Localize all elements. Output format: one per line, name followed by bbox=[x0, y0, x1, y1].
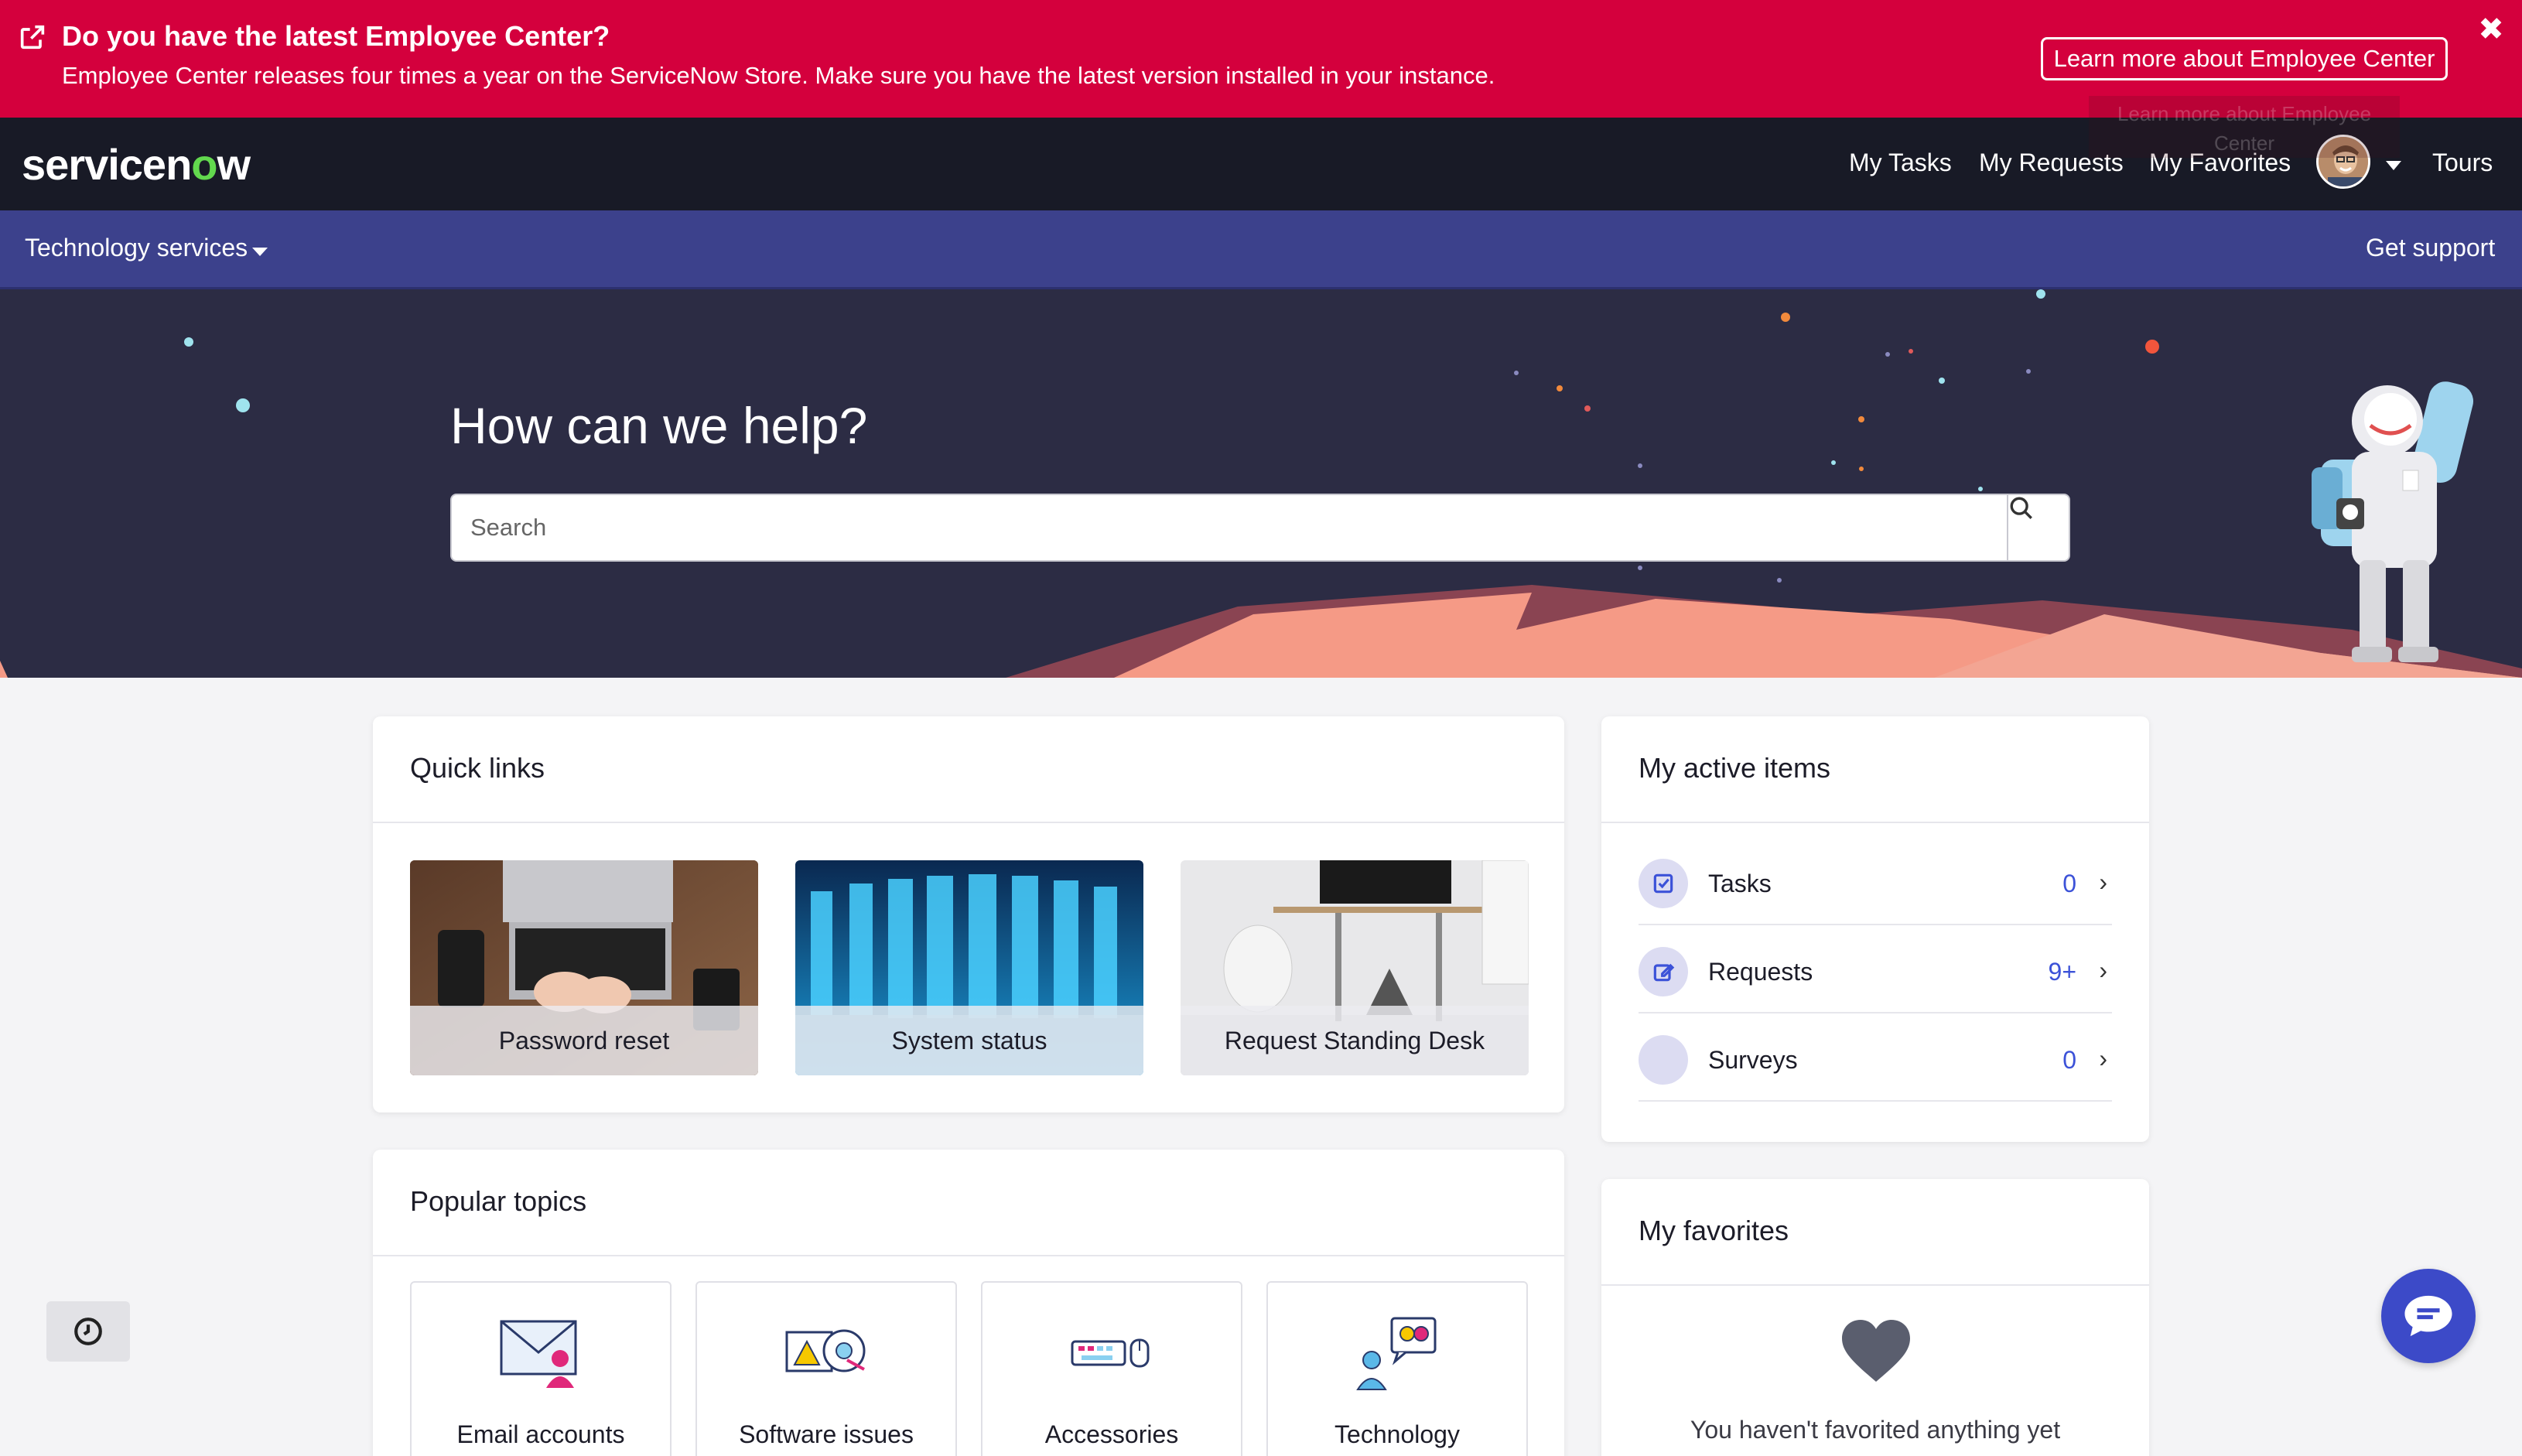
quick-link-label: Request Standing Desk bbox=[1181, 1006, 1529, 1075]
space-landscape-illustration bbox=[0, 289, 2522, 678]
banner-title: Do you have the latest Employee Center? bbox=[62, 20, 610, 52]
quick-link-request-standing-desk[interactable]: Request Standing Desk bbox=[1181, 860, 1529, 1075]
topic-technology[interactable]: Technology bbox=[1266, 1281, 1528, 1456]
active-items-title: My active items bbox=[1639, 752, 1831, 784]
chat-bubble-icon bbox=[2404, 1295, 2452, 1337]
user-menu-chevron-down-icon[interactable] bbox=[2386, 161, 2401, 170]
topic-software-issues[interactable]: Software issues bbox=[695, 1281, 957, 1456]
favorites-title: My favorites bbox=[1639, 1215, 1789, 1246]
nav-my-tasks[interactable]: My Tasks bbox=[1849, 149, 1952, 177]
chevron-right-icon: › bbox=[2099, 956, 2107, 984]
search-button[interactable] bbox=[2007, 495, 2069, 560]
active-item-label: Requests bbox=[1708, 958, 1813, 986]
astronaut-illustration bbox=[2312, 381, 2474, 662]
clock-icon bbox=[74, 1318, 102, 1345]
servicenow-logo[interactable]: servicenow bbox=[22, 139, 251, 190]
sub-navigation: Technology services Get support bbox=[0, 210, 2522, 289]
email-icon bbox=[500, 1320, 577, 1388]
keyboard-mouse-icon bbox=[1071, 1338, 1150, 1368]
chevron-right-icon: › bbox=[2099, 1044, 2107, 1072]
quick-link-system-status[interactable]: System status bbox=[795, 860, 1143, 1075]
topic-label: Email accounts bbox=[456, 1420, 625, 1448]
chevron-down-icon[interactable] bbox=[252, 248, 268, 256]
favorites-empty-text: You haven't favorited anything yet bbox=[1690, 1416, 2061, 1444]
get-support-link[interactable]: Get support bbox=[2366, 234, 2495, 262]
request-edit-icon bbox=[1639, 947, 1688, 996]
learn-more-tooltip: Learn more about Employee Center bbox=[2089, 96, 2400, 158]
task-checkbox-icon bbox=[1639, 859, 1688, 908]
search-box bbox=[450, 494, 2070, 562]
quick-links-title: Quick links bbox=[410, 752, 545, 784]
external-link-icon bbox=[20, 25, 45, 50]
history-button[interactable] bbox=[46, 1301, 130, 1362]
software-issues-icon bbox=[785, 1329, 866, 1372]
active-item-count: 0 bbox=[2062, 870, 2076, 897]
technology-icon bbox=[1356, 1317, 1437, 1390]
heart-icon bbox=[1842, 1320, 1910, 1382]
active-item-count: 0 bbox=[2062, 1046, 2076, 1074]
popular-topics-title: Popular topics bbox=[410, 1185, 587, 1217]
hero-title: How can we help? bbox=[450, 397, 868, 454]
quick-link-label: Password reset bbox=[410, 1006, 758, 1075]
favorites-card: My favorites You haven't favorited anyth… bbox=[1601, 1179, 2149, 1456]
divider bbox=[1601, 1284, 2149, 1286]
banner-text: Employee Center releases four times a ye… bbox=[62, 62, 1495, 89]
chevron-right-icon: › bbox=[2099, 868, 2107, 896]
learn-more-button[interactable]: Learn more about Employee Center bbox=[2041, 37, 2448, 80]
active-item-tasks[interactable]: Tasks 0 › bbox=[1639, 837, 2112, 925]
active-item-requests[interactable]: Requests 9+ › bbox=[1639, 925, 2112, 1013]
quick-link-label: System status bbox=[795, 1006, 1143, 1075]
chat-button[interactable] bbox=[2381, 1269, 2476, 1363]
nav-tours[interactable]: Tours bbox=[2432, 149, 2493, 177]
search-input[interactable] bbox=[452, 495, 2008, 560]
hero-section: How can we help? bbox=[0, 289, 2522, 678]
active-items-card: My active items Tasks 0 › Requests 9+ › … bbox=[1601, 716, 2149, 1142]
quick-link-password-reset[interactable]: Password reset bbox=[410, 860, 758, 1075]
topic-accessories[interactable]: Accessories bbox=[981, 1281, 1242, 1456]
quick-links-card: Quick links Password reset System status… bbox=[373, 716, 1564, 1113]
technology-services-menu[interactable]: Technology services bbox=[25, 234, 248, 262]
divider bbox=[1601, 822, 2149, 823]
topic-label: Technology bbox=[1334, 1420, 1460, 1448]
search-icon bbox=[2010, 497, 2032, 519]
divider bbox=[373, 822, 1564, 823]
active-item-surveys[interactable]: Surveys 0 › bbox=[1639, 1013, 2112, 1102]
active-item-label: Tasks bbox=[1708, 870, 1772, 897]
active-item-label: Surveys bbox=[1708, 1046, 1798, 1074]
topic-label: Accessories bbox=[1044, 1420, 1179, 1448]
divider bbox=[373, 1255, 1564, 1256]
topic-email-accounts[interactable]: Email accounts bbox=[410, 1281, 672, 1456]
active-item-count: 9+ bbox=[2048, 958, 2076, 986]
topic-label: Software issues bbox=[739, 1420, 914, 1448]
survey-icon bbox=[1639, 1035, 1688, 1085]
close-icon[interactable]: ✖ bbox=[2476, 14, 2507, 45]
